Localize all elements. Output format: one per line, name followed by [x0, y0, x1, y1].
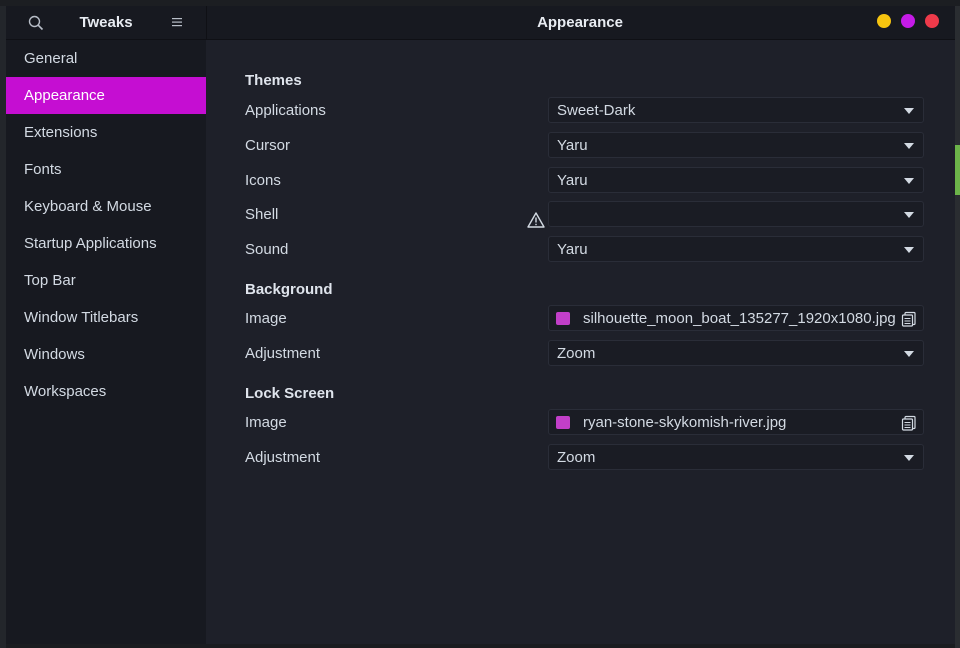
sidebar-item-keyboard-mouse[interactable]: Keyboard & Mouse: [6, 188, 206, 225]
search-icon[interactable]: [28, 15, 44, 31]
sidebar-item-workspaces[interactable]: Workspaces: [6, 373, 206, 410]
applications-theme-value: Sweet-Dark: [557, 102, 636, 119]
chevron-down-icon: [904, 351, 914, 357]
background-image-label: Image: [245, 310, 287, 327]
sidebar-item-window-titlebars[interactable]: Window Titlebars: [6, 299, 206, 336]
chevron-down-icon: [904, 212, 914, 218]
desktop-background-bottom: [6, 644, 955, 648]
open-file-icon: [901, 415, 916, 431]
chevron-down-icon: [904, 143, 914, 149]
warning-icon: [527, 212, 545, 228]
minimize-button[interactable]: [877, 14, 891, 28]
icons-label: Icons: [245, 172, 281, 189]
lock-screen-section-title: Lock Screen: [245, 385, 335, 402]
chevron-down-icon: [904, 247, 914, 253]
lock-screen-image-chooser[interactable]: ryan-stone-skykomish-river.jpg: [548, 409, 924, 435]
lock-screen-image-label: Image: [245, 414, 287, 431]
sidebar-item-extensions[interactable]: Extensions: [6, 114, 206, 151]
background-section-title: Background: [245, 281, 333, 298]
sidebar-item-general[interactable]: General: [6, 40, 206, 77]
background-adjustment-dropdown[interactable]: Zoom: [548, 340, 924, 366]
app-title: Tweaks: [79, 14, 133, 31]
cursor-theme-value: Yaru: [557, 137, 588, 154]
themes-section-title: Themes: [245, 72, 302, 89]
lock-screen-adjustment-dropdown[interactable]: Zoom: [548, 444, 924, 470]
lock-screen-adjustment-label: Adjustment: [245, 449, 321, 466]
background-image-filename: silhouette_moon_boat_135277_1920x1080.jp…: [583, 310, 896, 327]
desktop-background-right: [955, 6, 960, 648]
sidebar: General Appearance Extensions Fonts Keyb…: [6, 40, 206, 644]
tweaks-window: Tweaks Appearance General Appearance Ext…: [6, 6, 955, 644]
header-bar: Tweaks Appearance: [6, 6, 955, 40]
desktop-background-green-element: [955, 145, 960, 195]
sound-theme-value: Yaru: [557, 241, 588, 258]
background-adjustment-value: Zoom: [557, 345, 596, 362]
lock-screen-adjustment-value: Zoom: [557, 449, 596, 466]
chevron-down-icon: [904, 108, 914, 114]
sound-label: Sound: [245, 241, 289, 258]
lock-screen-image-filename: ryan-stone-skykomish-river.jpg: [583, 414, 787, 431]
background-image-chooser[interactable]: silhouette_moon_boat_135277_1920x1080.jp…: [548, 305, 924, 331]
chevron-down-icon: [904, 178, 914, 184]
sidebar-item-appearance[interactable]: Appearance: [6, 77, 206, 114]
background-adjustment-label: Adjustment: [245, 345, 321, 362]
window-title: Appearance: [537, 14, 623, 31]
cursor-label: Cursor: [245, 137, 291, 154]
applications-theme-dropdown[interactable]: Sweet-Dark: [548, 97, 924, 123]
cursor-theme-dropdown[interactable]: Yaru: [548, 132, 924, 158]
hamburger-menu-icon[interactable]: [170, 15, 184, 29]
header-bar-sidebar-section: Tweaks: [6, 6, 207, 39]
appearance-panel: Themes Applications Sweet-Dark Cursor Ya…: [207, 40, 955, 644]
sidebar-item-fonts[interactable]: Fonts: [6, 151, 206, 188]
applications-label: Applications: [245, 102, 326, 119]
chevron-down-icon: [904, 455, 914, 461]
image-file-icon: [556, 416, 570, 429]
sound-theme-dropdown[interactable]: Yaru: [548, 236, 924, 262]
open-file-icon: [901, 311, 916, 327]
maximize-button[interactable]: [901, 14, 915, 28]
sidebar-item-top-bar[interactable]: Top Bar: [6, 262, 206, 299]
shell-label: Shell: [245, 206, 279, 223]
icons-theme-dropdown[interactable]: Yaru: [548, 167, 924, 193]
shell-theme-dropdown[interactable]: [548, 201, 924, 227]
image-file-icon: [556, 312, 570, 325]
close-button[interactable]: [925, 14, 939, 28]
icons-theme-value: Yaru: [557, 172, 588, 189]
sidebar-item-startup-applications[interactable]: Startup Applications: [6, 225, 206, 262]
sidebar-item-windows[interactable]: Windows: [6, 336, 206, 373]
